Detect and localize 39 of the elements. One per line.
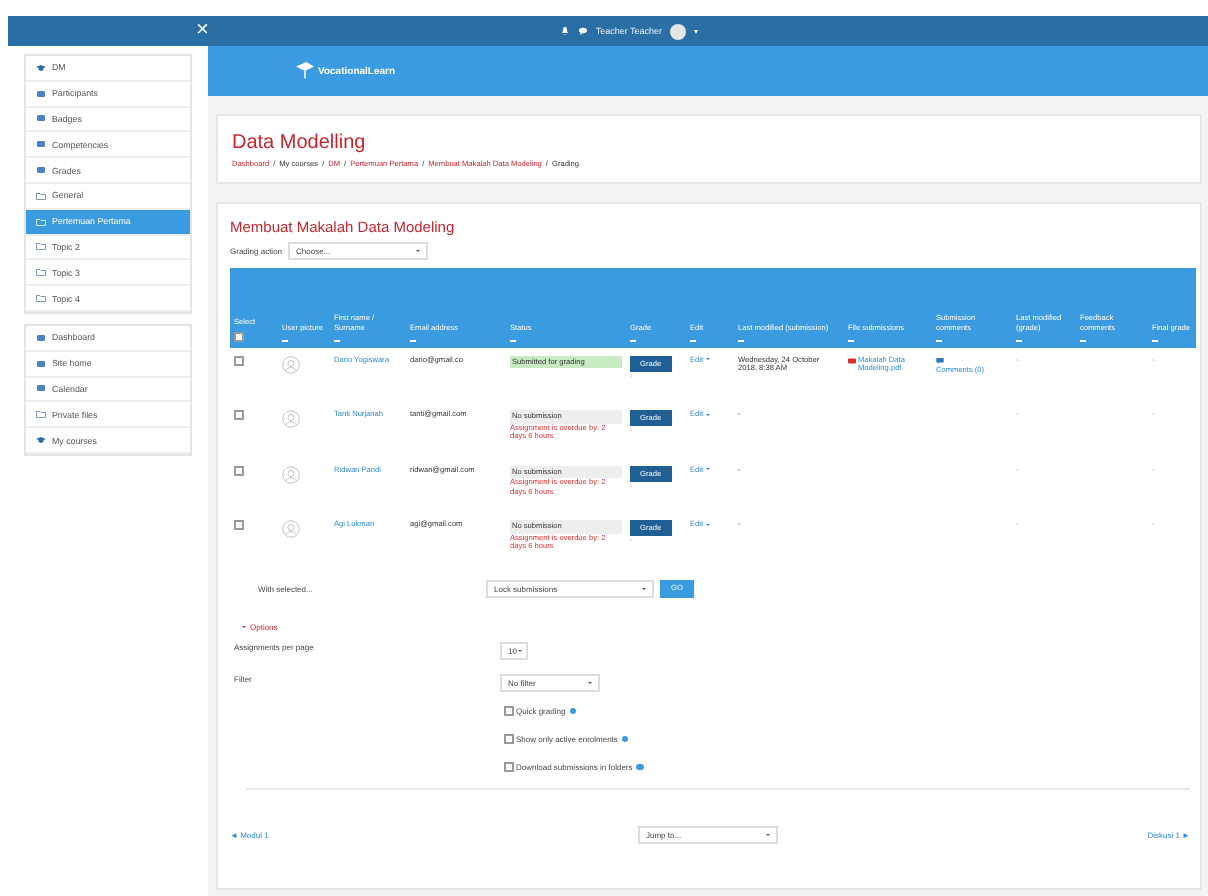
folder-icon [36,268,46,277]
chat-icon[interactable] [577,26,588,36]
close-icon[interactable]: × [196,20,209,42]
user-avatar [282,520,300,538]
comment-icon [936,357,944,363]
option-checkbox[interactable] [504,734,514,744]
row-checkbox[interactable] [234,520,244,530]
page-icon [36,114,46,123]
user-avatar [282,355,300,373]
row-checkbox[interactable] [234,465,244,475]
bell-icon[interactable] [559,26,570,36]
user-avatar[interactable] [670,23,686,39]
page-icon [36,166,46,175]
page-icon [36,89,46,98]
page-icon [36,333,46,342]
user-avatar [282,410,300,428]
graduation-cap-icon [296,62,314,80]
caret-icon[interactable] [694,29,698,33]
page-icon [36,359,46,368]
help-icon[interactable] [636,763,644,771]
page-icon [36,384,46,393]
folder-icon [36,410,46,419]
course-title: Data Modelling [232,132,368,154]
help-icon[interactable] [569,707,577,715]
folder-icon [36,191,46,200]
page-icon [36,140,46,149]
user-avatar [282,465,300,483]
cap-icon [36,436,46,445]
folder-icon [36,217,46,226]
cap-icon [36,63,46,72]
select-all-checkbox[interactable] [234,331,244,341]
row-checkbox[interactable] [234,355,244,365]
option-checkbox[interactable] [504,706,514,716]
option-checkbox[interactable] [504,762,514,772]
pdf-file-icon [848,357,856,363]
help-icon[interactable] [621,735,629,743]
folder-icon [36,294,46,303]
row-checkbox[interactable] [234,410,244,420]
folder-icon [36,242,46,251]
